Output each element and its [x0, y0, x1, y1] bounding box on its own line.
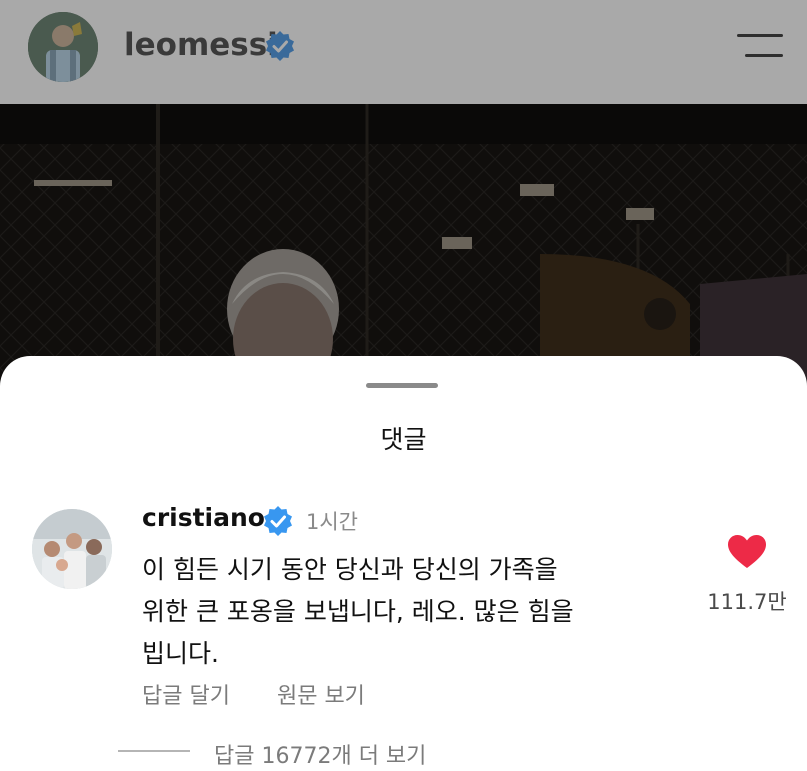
profile-username[interactable]: leomessi — [124, 27, 278, 63]
comment-actions: 답글 달기 원문 보기 — [142, 678, 405, 710]
see-original-button[interactable]: 원문 보기 — [277, 684, 365, 709]
commenter-avatar[interactable] — [32, 509, 112, 589]
heart-icon[interactable] — [727, 534, 767, 570]
profile-avatar[interactable] — [28, 12, 98, 82]
reply-button[interactable]: 답글 달기 — [142, 684, 230, 709]
comment-username[interactable]: cristiano — [142, 503, 265, 532]
hamburger-menu-icon[interactable] — [735, 30, 783, 62]
comment-text: 이 힘든 시기 동안 당신과 당신의 가족을 위한 큰 포옹을 보냅니다, 레오… — [142, 549, 662, 675]
post-photo[interactable] — [0, 104, 807, 394]
comment-timestamp: 1시간 — [306, 510, 359, 534]
replies-divider — [118, 750, 190, 752]
verified-badge-icon — [264, 506, 292, 536]
comment-text-line: 빕니다. — [142, 639, 219, 668]
comment-text-line: 위한 큰 포옹을 보냅니다, 레오. 많은 힘을 — [142, 597, 574, 626]
view-more-replies-button[interactable]: 답글 16772개 더 보기 — [214, 738, 426, 770]
sheet-drag-handle[interactable] — [366, 383, 438, 388]
comment-text-line: 이 힘든 시기 동안 당신과 당신의 가족을 — [142, 555, 558, 584]
profile-header: leomessi — [0, 0, 807, 104]
comments-sheet: 댓글 cristiano 1시간 이 힘든 시기 동안 당신과 당신의 가족을 … — [0, 356, 807, 771]
like-count: 111.7만 — [707, 590, 787, 614]
verified-badge-icon — [266, 31, 294, 61]
sheet-title: 댓글 — [380, 425, 427, 454]
